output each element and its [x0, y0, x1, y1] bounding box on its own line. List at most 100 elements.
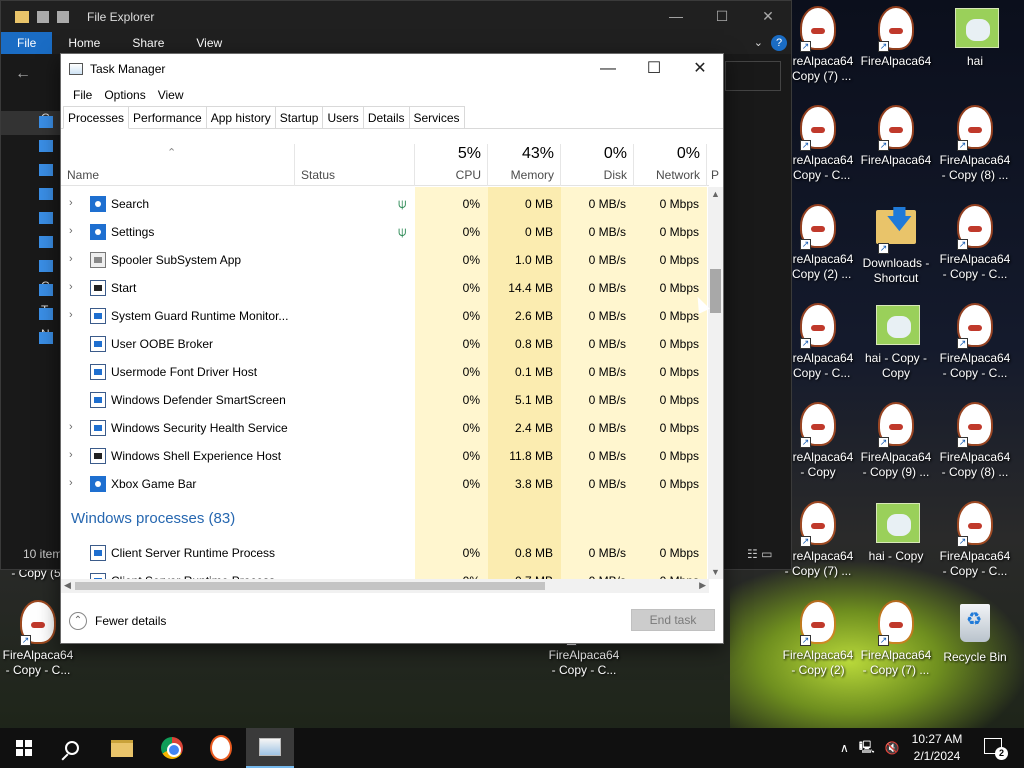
desktop-icon[interactable]: ↗ FireAlpaca64	[858, 8, 934, 69]
taskbar-chrome[interactable]	[148, 728, 196, 768]
ribbon-tab-file[interactable]: File	[1, 32, 53, 54]
nav-item-pictures[interactable]	[1, 231, 61, 255]
desktop-icon[interactable]: ↗ Downloads - Shortcut	[858, 206, 934, 286]
menu-view[interactable]: View	[152, 84, 190, 106]
horizontal-scrollbar[interactable]: ◀ ▶	[61, 579, 709, 593]
desktop-icon[interactable]: ↗ FireAlpaca64 - Copy (9) ...	[858, 404, 934, 480]
tab-processes[interactable]: Processes	[63, 106, 130, 129]
desktop-icon[interactable]: Recycle Bin	[937, 602, 1013, 665]
vertical-scroll-thumb[interactable]	[710, 269, 721, 313]
maximize-icon[interactable]: ☐	[699, 1, 745, 32]
horizontal-scroll-thumb[interactable]	[75, 582, 545, 590]
tray-chevron-icon[interactable]: ∧	[840, 741, 849, 755]
start-button[interactable]	[0, 728, 48, 768]
tab-app-history[interactable]: App history	[205, 106, 276, 128]
ribbon-tab-share[interactable]: Share	[116, 32, 180, 54]
table-row[interactable]: › Windows Shell Experience Host 0% 11.8 MB 0…	[61, 442, 709, 470]
file-explorer-titlebar[interactable]: File Explorer — ☐ ✕	[1, 1, 791, 32]
column-memory[interactable]: 43% Memory	[488, 144, 561, 186]
volume-muted-icon[interactable]: 🔇	[885, 741, 900, 755]
desktop-icon[interactable]: ↗ FireAlpaca64 - Copy - C...	[937, 305, 1013, 381]
tab-performance[interactable]: Performance	[128, 106, 207, 128]
scroll-left-icon[interactable]: ◀	[64, 580, 71, 591]
desktop-icon[interactable]: ↗ FireAlpaca64 - Copy (7) ...	[858, 602, 934, 678]
table-row[interactable]: › Search ⍦ 0% 0 MB 0 MB/s 0 Mbps	[61, 190, 709, 218]
desktop-icon[interactable]: ↗ FireAlpaca64 - Copy (8) ...	[937, 107, 1013, 183]
table-row[interactable]: Windows Defender SmartScreen 0% 5.1 MB 0 MB…	[61, 386, 709, 414]
fewer-details-button[interactable]: ⌃ Fewer details	[69, 612, 166, 630]
nav-item-quick-access[interactable]: C	[1, 111, 61, 135]
minimize-icon[interactable]: —	[653, 1, 699, 32]
task-manager-window[interactable]: Task Manager — ☐ ✕ File Options View Pro…	[60, 53, 724, 644]
scroll-right-icon[interactable]: ▶	[699, 580, 706, 591]
nav-item-onedrive[interactable]: C	[1, 279, 61, 303]
tab-startup[interactable]: Startup	[274, 106, 324, 128]
expand-chevron-icon[interactable]: ›	[69, 225, 73, 237]
tab-users[interactable]: Users	[322, 106, 364, 128]
column-network[interactable]: 0% Network	[634, 144, 707, 186]
help-icon[interactable]: ?	[771, 35, 787, 51]
tab-details[interactable]: Details	[362, 106, 410, 128]
taskbar-firealpaca[interactable]	[197, 728, 245, 768]
desktop-icon[interactable]: ↗ FireAlpaca64 - Copy - C...	[937, 503, 1013, 579]
table-row[interactable]: Client Server Runtime Process0%0.7 MB0 M…	[61, 567, 709, 579]
table-row[interactable]: Usermode Font Driver Host 0% 0.1 MB 0 MB/s 0…	[61, 358, 709, 386]
notification-center-icon[interactable]: 2	[984, 738, 1008, 760]
desktop-icon[interactable]: hai - Copy - Copy	[858, 305, 934, 381]
menu-file[interactable]: File	[67, 84, 98, 106]
table-row[interactable]: › Start 0% 14.4 MB 0 MB/s 0 Mbps	[61, 274, 709, 302]
taskbar-file-explorer[interactable]	[98, 728, 146, 768]
table-row[interactable]: › Settings ⍦ 0% 0 MB 0 MB/s 0 Mbps	[61, 218, 709, 246]
nav-item-downloads[interactable]	[1, 159, 61, 183]
desktop-icon[interactable]: ↗ FireAlpaca64 - Copy (2)	[780, 602, 856, 678]
new-folder-icon[interactable]	[57, 10, 69, 23]
nav-item-network[interactable]: N	[1, 327, 61, 351]
view-toggle-icon[interactable]: ☷ ▭	[747, 547, 772, 561]
back-arrow-icon[interactable]: ←	[15, 65, 31, 83]
close-icon[interactable]: ✕	[745, 1, 791, 32]
column-name[interactable]: ⌃ Name	[61, 144, 295, 186]
search-button[interactable]	[48, 728, 96, 768]
table-row[interactable]: › Xbox Game Bar 0% 3.8 MB 0 MB/s 0 Mbps	[61, 470, 709, 498]
nav-item-desktop[interactable]	[1, 135, 61, 159]
desktop-icon[interactable]: hai - Copy	[858, 503, 934, 564]
table-row[interactable]: User OOBE Broker 0% 0.8 MB 0 MB/s 0 Mbps	[61, 330, 709, 358]
ribbon-expand-icon[interactable]: ⌄	[754, 32, 763, 54]
desktop-icon[interactable]: ↗ FireAlpaca64 - Copy (8) ...	[937, 404, 1013, 480]
maximize-icon[interactable]: ☐	[631, 54, 677, 84]
expand-chevron-icon[interactable]: ›	[69, 477, 73, 489]
desktop-icon[interactable]: ↗ FireAlpaca64	[858, 107, 934, 168]
nav-item-music[interactable]	[1, 207, 61, 231]
expand-chevron-icon[interactable]: ›	[69, 421, 73, 433]
ribbon-tab-view[interactable]: View	[180, 32, 238, 54]
scroll-up-icon[interactable]: ▲	[711, 189, 720, 199]
vertical-scrollbar[interactable]: ▲ ▼	[708, 187, 723, 579]
column-disk[interactable]: 0% Disk	[561, 144, 634, 186]
expand-chevron-icon[interactable]: ›	[69, 253, 73, 265]
close-icon[interactable]: ✕	[677, 54, 723, 84]
ribbon-tab-home[interactable]: Home	[52, 32, 116, 54]
table-row[interactable]: › Spooler SubSystem App 0% 1.0 MB 0 MB/s 0 Mb…	[61, 246, 709, 274]
column-status[interactable]: Status	[295, 144, 415, 186]
column-cpu[interactable]: 5% CPU	[415, 144, 488, 186]
scroll-down-icon[interactable]: ▼	[711, 567, 720, 577]
expand-chevron-icon[interactable]: ›	[69, 197, 73, 209]
menu-options[interactable]: Options	[98, 84, 151, 106]
nav-item-this-pc[interactable]: T	[1, 303, 61, 327]
task-manager-titlebar[interactable]: Task Manager — ☐ ✕	[61, 54, 723, 84]
search-box[interactable]	[725, 61, 781, 91]
nav-item-documents[interactable]	[1, 183, 61, 207]
tab-services[interactable]: Services	[408, 106, 465, 128]
group-header-windows-processes[interactable]: Windows processes (83)	[71, 510, 235, 527]
clock[interactable]: 10:27 AM 2/1/2024	[902, 731, 972, 765]
expand-chevron-icon[interactable]: ›	[69, 281, 73, 293]
table-row[interactable]: › Windows Security Health Service 0% 2.4 MB…	[61, 414, 709, 442]
end-task-button[interactable]: End task	[631, 609, 715, 631]
table-row[interactable]: › System Guard Runtime Monitor... 0% 2.6 MB…	[61, 302, 709, 330]
expand-chevron-icon[interactable]: ›	[69, 309, 73, 321]
properties-icon[interactable]	[37, 10, 49, 23]
expand-chevron-icon[interactable]: ›	[69, 449, 73, 461]
taskbar-task-manager[interactable]	[246, 728, 294, 768]
nav-item-videos[interactable]	[1, 255, 61, 279]
desktop-icon[interactable]: ↗ FireAlpaca64 - Copy - C...	[937, 206, 1013, 282]
